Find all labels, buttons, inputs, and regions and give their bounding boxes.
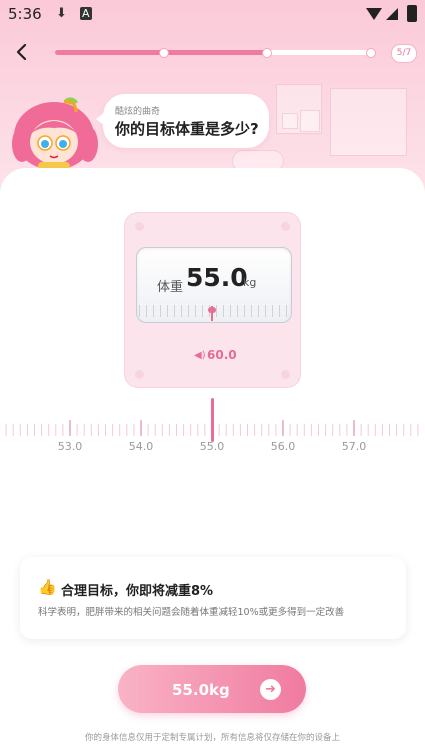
ruler-label: 56.0	[270, 440, 296, 453]
ruler-label: 55.0	[199, 440, 225, 453]
ruler-needle	[211, 398, 214, 442]
info-title: 合理目标，你即将减重8%	[61, 584, 214, 599]
ruler-label: 53.0	[57, 440, 83, 453]
current-weight-value: 60.0	[207, 348, 237, 362]
weight-value: 55.0	[186, 263, 248, 292]
display-pointer	[211, 306, 213, 321]
info-description: 科学表明，肥胖带来的相关问题会随着体重减轻10%或更多得到一定改善	[38, 607, 345, 618]
confirm-button-label: 55.0kg	[172, 681, 230, 699]
thumbs-up-icon: 👍	[38, 578, 57, 596]
scale-screw	[135, 370, 144, 379]
step-indicator: 5/7	[391, 44, 417, 63]
scale-screw	[281, 222, 290, 231]
ruler-label: 54.0	[128, 440, 154, 453]
scale-screw	[135, 222, 144, 231]
status-bar: 5:36 ⬇ A	[0, 0, 425, 30]
battery-icon	[407, 5, 417, 22]
decor-small	[282, 113, 298, 129]
download-icon: ⬇	[56, 6, 67, 21]
decor-box	[300, 110, 320, 132]
arrow-right-icon: ➜	[260, 679, 281, 700]
progress-dot	[262, 48, 272, 58]
progress-dot	[366, 48, 376, 58]
signal-icon	[386, 8, 398, 20]
wifi-icon	[366, 8, 382, 20]
speech-bubble-tail	[96, 112, 105, 126]
question-title: 你的目标体重是多少?	[115, 120, 259, 138]
ruler-label: 57.0	[341, 440, 367, 453]
back-arrow-icon[interactable]	[12, 42, 32, 62]
weight-label: 体重	[157, 280, 184, 295]
app-notification-icon: A	[80, 7, 92, 20]
bubble-nickname: 酷炫的曲奇	[115, 107, 161, 117]
progress-dot	[159, 48, 169, 58]
decor-shelf	[330, 88, 407, 156]
mascot-avatar	[12, 97, 98, 172]
status-time: 5:36	[8, 5, 42, 23]
weight-unit: kg	[243, 276, 257, 289]
scale-screw	[281, 370, 290, 379]
privacy-footer: 你的身体信息仅用于定制专属计划，所有信息将仅存储在你的设备上	[84, 733, 340, 743]
speaker-icon: ◀)	[194, 350, 206, 361]
